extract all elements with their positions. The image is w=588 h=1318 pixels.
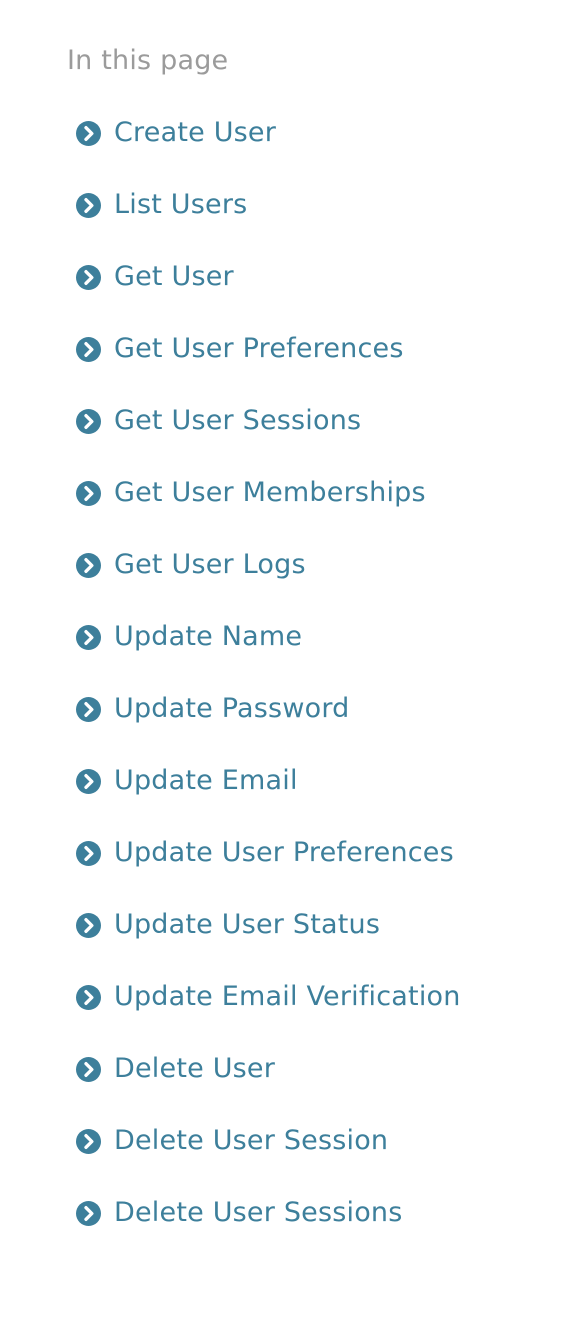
toc-item-list-users[interactable]: List Users bbox=[76, 185, 247, 225]
toc-item-delete-user-session[interactable]: Delete User Session bbox=[76, 1121, 388, 1161]
toc-link[interactable]: Get User Sessions bbox=[114, 404, 361, 438]
chevron-circle-right-icon bbox=[76, 1056, 101, 1082]
toc-item-update-email[interactable]: Update Email bbox=[76, 761, 298, 801]
toc-item-get-user-logs[interactable]: Get User Logs bbox=[76, 545, 306, 585]
chevron-circle-right-icon bbox=[76, 1200, 101, 1226]
chevron-circle-right-icon bbox=[76, 912, 101, 938]
toc-item-update-name[interactable]: Update Name bbox=[76, 617, 302, 657]
toc-heading: In this page bbox=[67, 45, 229, 76]
toc-item-update-user-status[interactable]: Update User Status bbox=[76, 905, 380, 945]
toc-item-get-user-memberships[interactable]: Get User Memberships bbox=[76, 473, 426, 513]
toc-item-get-user-preferences[interactable]: Get User Preferences bbox=[76, 329, 404, 369]
chevron-circle-right-icon bbox=[76, 408, 101, 434]
toc-link[interactable]: Get User Preferences bbox=[114, 332, 404, 366]
toc-link[interactable]: Update Password bbox=[114, 692, 349, 726]
toc-link[interactable]: Get User bbox=[114, 260, 234, 294]
chevron-circle-right-icon bbox=[76, 120, 101, 146]
chevron-circle-right-icon bbox=[76, 1128, 101, 1154]
chevron-circle-right-icon bbox=[76, 264, 101, 290]
chevron-circle-right-icon bbox=[76, 480, 101, 506]
toc-item-update-user-preferences[interactable]: Update User Preferences bbox=[76, 833, 454, 873]
chevron-circle-right-icon bbox=[76, 840, 101, 866]
chevron-circle-right-icon bbox=[76, 696, 101, 722]
chevron-circle-right-icon bbox=[76, 768, 101, 794]
toc-item-create-user[interactable]: Create User bbox=[76, 113, 276, 153]
toc-item-update-email-verification[interactable]: Update Email Verification bbox=[76, 977, 461, 1017]
chevron-circle-right-icon bbox=[76, 336, 101, 362]
chevron-circle-right-icon bbox=[76, 984, 101, 1010]
toc-link[interactable]: List Users bbox=[114, 188, 247, 222]
toc-link[interactable]: Update Email Verification bbox=[114, 980, 461, 1014]
toc-item-delete-user-sessions[interactable]: Delete User Sessions bbox=[76, 1193, 403, 1233]
toc-link[interactable]: Delete User Session bbox=[114, 1124, 388, 1158]
toc-link[interactable]: Update Email bbox=[114, 764, 298, 798]
toc-link[interactable]: Get User Memberships bbox=[114, 476, 426, 510]
toc-link[interactable]: Create User bbox=[114, 116, 276, 150]
toc-link[interactable]: Get User Logs bbox=[114, 548, 306, 582]
chevron-circle-right-icon bbox=[76, 192, 101, 218]
toc-link[interactable]: Delete User bbox=[114, 1052, 275, 1086]
toc-link[interactable]: Delete User Sessions bbox=[114, 1196, 403, 1230]
toc-item-get-user[interactable]: Get User bbox=[76, 257, 234, 297]
toc-item-get-user-sessions[interactable]: Get User Sessions bbox=[76, 401, 361, 441]
chevron-circle-right-icon bbox=[76, 624, 101, 650]
chevron-circle-right-icon bbox=[76, 552, 101, 578]
toc-item-delete-user[interactable]: Delete User bbox=[76, 1049, 275, 1089]
toc-link[interactable]: Update Name bbox=[114, 620, 302, 654]
toc-link[interactable]: Update User Status bbox=[114, 908, 380, 942]
toc-link[interactable]: Update User Preferences bbox=[114, 836, 454, 870]
toc-item-update-password[interactable]: Update Password bbox=[76, 689, 349, 729]
